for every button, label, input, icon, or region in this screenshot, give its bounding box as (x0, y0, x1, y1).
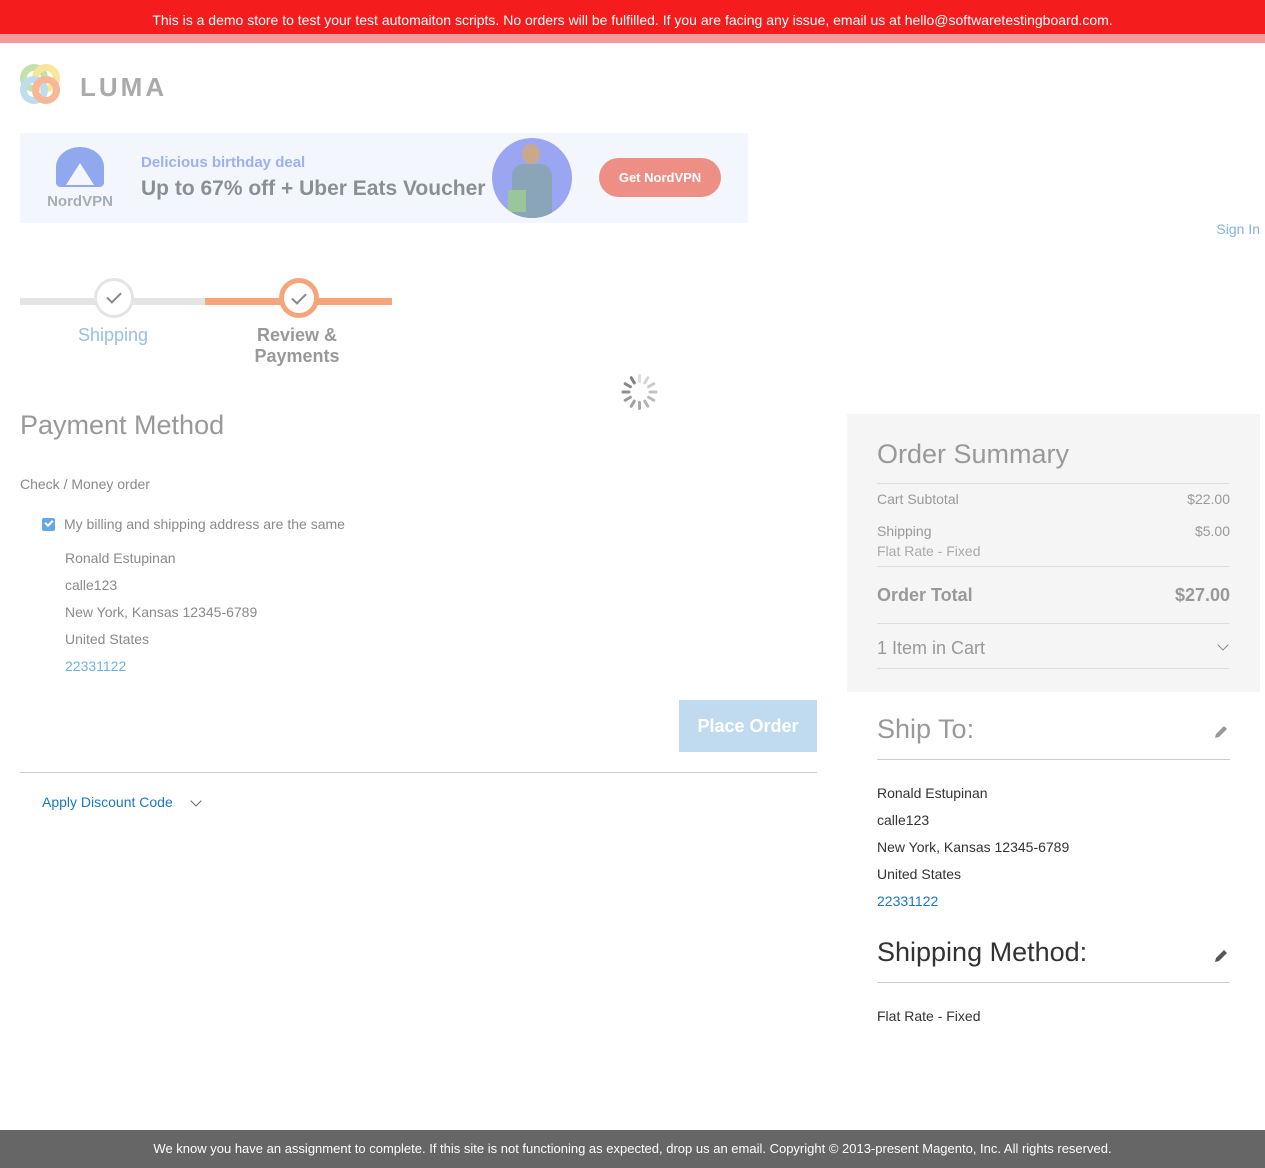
shipping-row: Shipping $5.00 (877, 523, 1230, 539)
order-total-value: $27.00 (1174, 585, 1230, 605)
shipping-method-title: Shipping Method: (877, 937, 1088, 967)
payment-method-option[interactable]: Check / Money order (20, 476, 150, 492)
place-order-button[interactable]: Place Order (679, 700, 817, 752)
billing-street: calle123 (65, 577, 118, 593)
luma-logo-text: LUMA (80, 71, 168, 102)
cart-subtotal-label: Cart Subtotal (877, 491, 959, 507)
shipping-method-value: Flat Rate - Fixed (877, 1008, 981, 1024)
order-summary-panel: Order Summary Cart Subtotal $22.00 Shipp… (847, 414, 1260, 692)
ship-to-title: Ship To: (877, 714, 975, 744)
ship-to-country: United States (877, 866, 962, 882)
order-total-label: Order Total (877, 585, 973, 605)
footer-text: We know you have an assignment to comple… (153, 1141, 1112, 1156)
ad-person-image (492, 138, 572, 218)
apply-discount-toggle[interactable]: Apply Discount Code (42, 794, 173, 810)
mountain-icon (56, 147, 104, 187)
ship-to-street: calle123 (877, 812, 930, 828)
step-shipping-marker[interactable] (94, 278, 134, 318)
demo-notice-banner: This is a demo store to test your test a… (0, 0, 1265, 43)
sign-in-link[interactable]: Sign In (1216, 221, 1260, 237)
cart-subtotal-row: Cart Subtotal $22.00 (877, 491, 1230, 507)
luma-logo-icon (20, 64, 66, 110)
billing-country: United States (65, 631, 150, 647)
checkout-progress-bar: Shipping Review & Payments (20, 278, 392, 366)
payment-method-title: Payment Method (20, 410, 225, 440)
cart-subtotal-value: $22.00 (1187, 491, 1230, 507)
shipping-value: $5.00 (1194, 523, 1230, 539)
ad-headline: Up to 67% off + Uber Eats Voucher (141, 177, 486, 200)
edit-pencil-icon[interactable] (1213, 948, 1229, 964)
loading-spinner-icon (621, 374, 658, 410)
checkmark-icon (291, 288, 307, 305)
billing-phone-link[interactable]: 22331122 (65, 658, 126, 674)
order-total-row: Order Total $27.00 (877, 585, 1230, 606)
get-nordvpn-button[interactable]: Get NordVPN (599, 158, 721, 197)
step-review-label: Review & Payments (254, 325, 340, 366)
checkmark-icon (106, 288, 122, 305)
nordvpn-logo: NordVPN (42, 147, 118, 210)
same-address-checkbox[interactable] (42, 518, 55, 531)
ad-kicker: Delicious birthday deal (141, 154, 306, 171)
edit-pencil-icon[interactable] (1213, 724, 1229, 740)
luma-logo[interactable]: LUMA (20, 64, 167, 110)
items-in-cart-toggle[interactable]: 1 Item in Cart (877, 638, 985, 659)
ship-to-phone-link[interactable]: 22331122 (877, 893, 938, 909)
step-shipping-label[interactable]: Shipping (33, 325, 193, 346)
ship-to-name: Ronald Estupinan (877, 785, 988, 801)
step-review-marker (279, 278, 319, 318)
order-summary-title: Order Summary (877, 439, 1070, 469)
chevron-down-icon[interactable] (190, 795, 202, 807)
billing-name: Ronald Estupinan (65, 550, 176, 566)
divider (20, 772, 817, 773)
ship-to-city: New York, Kansas 12345-6789 (877, 839, 1070, 855)
footer: We know you have an assignment to comple… (0, 1130, 1265, 1168)
demo-notice-text: This is a demo store to test your test a… (152, 12, 1113, 28)
nordvpn-ad[interactable]: NordVPN Delicious birthday deal Up to 67… (20, 133, 748, 223)
ad-brand-name: NordVPN (47, 193, 113, 210)
billing-city: New York, Kansas 12345-6789 (65, 604, 258, 620)
shipping-label: Shipping (877, 523, 932, 539)
shipping-method-note: Flat Rate - Fixed (877, 543, 981, 559)
chevron-down-icon[interactable] (1217, 639, 1229, 651)
same-address-label[interactable]: My billing and shipping address are the … (64, 516, 345, 532)
